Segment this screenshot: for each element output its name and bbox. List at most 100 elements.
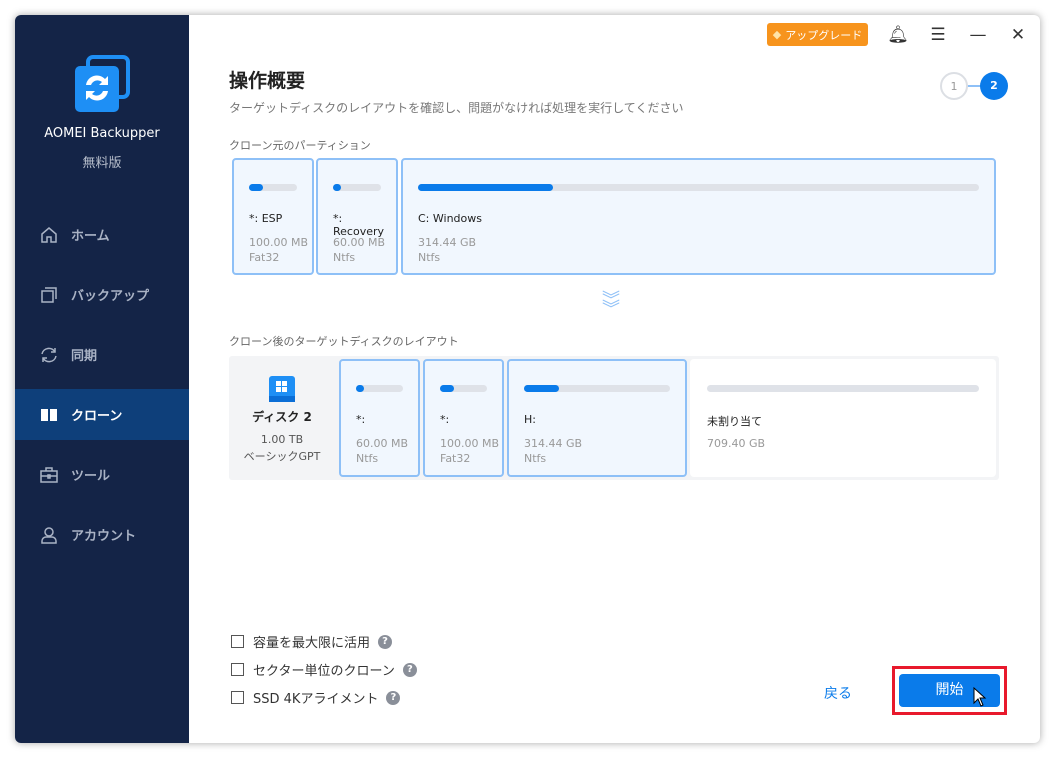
partition-name: C: Windows <box>418 212 482 225</box>
usage-fill <box>249 184 264 191</box>
disk-type: ベーシックGPT <box>243 450 321 463</box>
checkbox[interactable] <box>231 635 244 648</box>
user-icon <box>41 526 57 544</box>
option-label: 容量を最大限に活用 <box>253 636 371 651</box>
option-sector-clone[interactable]: セクター単位のクローン? <box>231 660 417 679</box>
usage-fill <box>418 184 553 191</box>
partition-size: 100.00 MB <box>440 437 500 450</box>
partition-card[interactable]: *: Recovery 60.00 MB Ntfs <box>316 158 398 275</box>
minimize-icon[interactable]: — <box>967 24 989 46</box>
arrow-down-icon: ︾ ︾ <box>602 290 620 320</box>
sidebar-item-sync[interactable]: 同期 <box>15 329 189 380</box>
upgrade-label: アップグレード <box>785 28 863 42</box>
help-icon[interactable]: ? <box>402 662 417 677</box>
partition-card[interactable]: H: 314.44 GB Ntfs <box>507 359 687 477</box>
sidebar-item-home[interactable]: ホーム <box>15 209 189 260</box>
partition-info: 314.44 GB Ntfs <box>524 436 582 466</box>
partition-size: 314.44 GB <box>418 236 477 249</box>
partition-card[interactable]: C: Windows 314.44 GB Ntfs <box>401 158 996 275</box>
partition-info: 100.00 MB Fat32 <box>440 436 499 466</box>
app-edition: 無料版 <box>82 156 122 171</box>
help-icon[interactable]: ? <box>378 634 393 649</box>
usage-bar <box>333 184 381 191</box>
usage-fill <box>440 385 455 392</box>
page-title: 操作概要 <box>229 70 306 92</box>
partition-size: 100.00 MB <box>249 236 309 249</box>
main-panel: ◆ アップグレード 🔔︎ ☰ — ✕ 操作概要 ターゲットディスクのレイアウトを確… <box>189 15 1040 743</box>
sidebar-item-backup[interactable]: バックアップ <box>15 269 189 320</box>
partition-fs: Ntfs <box>418 251 441 264</box>
target-label: クローン後のターゲットディスクのレイアウト <box>229 335 459 348</box>
home-icon <box>41 226 57 243</box>
partition-size: 314.44 GB <box>524 437 583 450</box>
clone-icon <box>41 408 57 421</box>
sidebar-item-label: ホーム <box>71 229 110 244</box>
partition-fs: Fat32 <box>440 452 471 465</box>
app-logo-icon <box>75 55 130 112</box>
partition-fs: Ntfs <box>524 452 547 465</box>
option-label: SSD 4Kアライメント <box>253 692 379 707</box>
cursor-icon <box>973 687 987 707</box>
step-1: 1 <box>940 72 968 100</box>
disk-icon <box>269 376 295 402</box>
partition-info: 60.00 MB Ntfs <box>356 436 408 466</box>
partition-fs: Fat32 <box>249 251 280 264</box>
sidebar-item-account[interactable]: アカウント <box>15 509 189 560</box>
sidebar-item-label: ツール <box>71 469 111 484</box>
option-ssd-4k-alignment[interactable]: SSD 4Kアライメント? <box>231 688 401 707</box>
partition-size: 60.00 MB <box>356 437 409 450</box>
disk-name: ディスク 2 <box>252 410 312 424</box>
sync-icon <box>41 347 57 362</box>
help-icon[interactable]: ? <box>386 690 401 705</box>
usage-bar <box>524 385 670 392</box>
source-label: クローン元のパーティション <box>229 139 371 152</box>
backup-icon <box>41 286 57 303</box>
usage-fill <box>333 184 341 191</box>
usage-bar <box>356 385 403 392</box>
partition-info: 60.00 MB Ntfs <box>333 235 385 265</box>
page-subtitle: ターゲットディスクのレイアウトを確認し、問題がなければ処理を実行してください <box>229 101 684 115</box>
partition-name: 未割り当て <box>707 415 762 428</box>
diamond-icon: ◆ <box>772 28 782 41</box>
option-label: セクター単位のクローン <box>253 664 395 679</box>
sidebar-item-label: 同期 <box>71 349 98 364</box>
sidebar-item-label: バックアップ <box>71 289 150 304</box>
partition-fs: Ntfs <box>333 251 356 264</box>
partition-info: 314.44 GB Ntfs <box>418 235 476 265</box>
usage-bar <box>249 184 297 191</box>
usage-bar <box>418 184 979 191</box>
partition-card[interactable]: *: 100.00 MB Fat32 <box>423 359 504 477</box>
partition-card[interactable]: *: 60.00 MB Ntfs <box>339 359 420 477</box>
step-2: 2 <box>980 72 1008 100</box>
checkbox[interactable] <box>231 691 244 704</box>
sidebar-item-label: アカウント <box>71 529 137 544</box>
partition-fs: Ntfs <box>356 452 379 465</box>
sidebar-item-clone[interactable]: クローン <box>15 389 189 440</box>
usage-bar <box>440 385 487 392</box>
app-window: AOMEI Backupper 無料版 ホーム バックアップ 同期 クローン ツ… <box>15 15 1040 743</box>
menu-icon[interactable]: ☰ <box>927 24 949 46</box>
toolbox-icon <box>40 466 58 483</box>
checkbox[interactable] <box>231 663 244 676</box>
option-maximize-capacity[interactable]: 容量を最大限に活用? <box>231 632 393 651</box>
usage-bar <box>707 385 979 392</box>
back-button[interactable]: 戻る <box>824 683 852 703</box>
partition-name: *: ESP <box>249 212 283 225</box>
partition-info: 709.40 GB <box>707 436 765 451</box>
sidebar: AOMEI Backupper 無料版 ホーム バックアップ 同期 クローン ツ… <box>15 15 189 743</box>
usage-fill <box>356 385 364 392</box>
sidebar-item-tools[interactable]: ツール <box>15 449 189 500</box>
close-icon[interactable]: ✕ <box>1007 24 1029 46</box>
upgrade-button[interactable]: ◆ アップグレード <box>767 23 868 46</box>
partition-size: 60.00 MB <box>333 236 386 249</box>
partition-name: *: <box>440 413 450 426</box>
partition-info: 100.00 MB Fat32 <box>249 235 308 265</box>
partition-card[interactable]: 未割り当て 709.40 GB <box>690 359 996 477</box>
partition-card[interactable]: *: ESP 100.00 MB Fat32 <box>232 158 314 275</box>
app-name: AOMEI Backupper <box>44 126 160 141</box>
sidebar-item-label: クローン <box>71 409 123 424</box>
partition-name: *: <box>356 413 366 426</box>
partition-size: 709.40 GB <box>707 437 766 450</box>
usage-fill <box>524 385 560 392</box>
bell-icon[interactable]: 🔔︎ <box>887 24 909 46</box>
